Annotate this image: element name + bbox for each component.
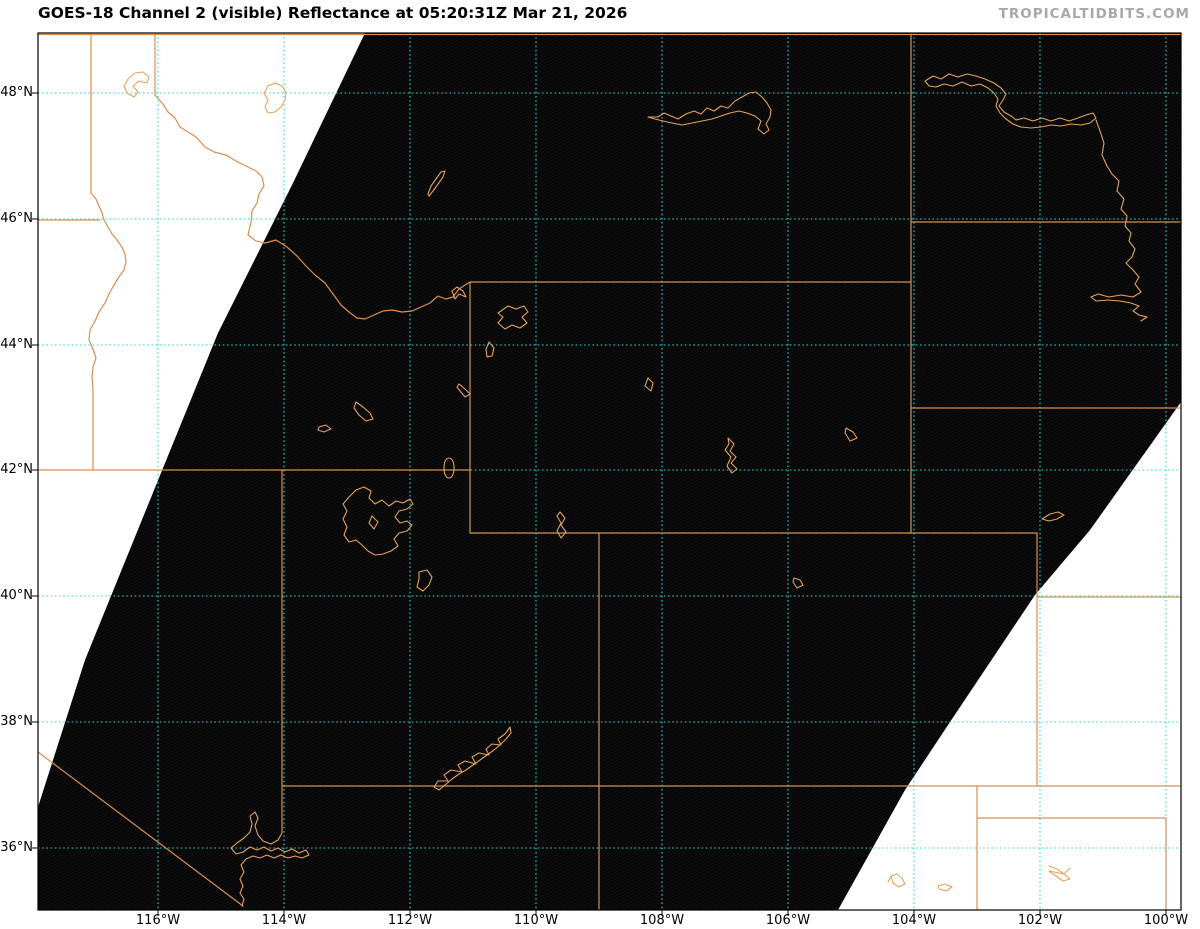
lon-tick-label: 110°W: [513, 913, 559, 928]
lat-tick-label: 36°N: [0, 840, 33, 855]
lat-tick-label: 40°N: [0, 588, 33, 603]
lon-tick-label: 106°W: [765, 913, 811, 928]
lon-tick-label: 100°W: [1143, 913, 1189, 928]
lat-tick-label: 42°N: [0, 462, 33, 477]
lat-tick-label: 48°N: [0, 85, 33, 100]
lon-tick-label: 114°W: [261, 913, 307, 928]
satellite-map-view: GOES-18 Channel 2 (visible) Reflectance …: [0, 0, 1200, 929]
lon-tick-label: 102°W: [1017, 913, 1063, 928]
lat-tick-label: 46°N: [0, 211, 33, 226]
lat-tick-label: 38°N: [0, 714, 33, 729]
lon-tick-label: 116°W: [135, 913, 181, 928]
lon-tick-label: 112°W: [387, 913, 433, 928]
map-canvas: [32, 32, 1182, 916]
lat-tick-label: 44°N: [0, 337, 33, 352]
lon-tick-label: 104°W: [891, 913, 937, 928]
lon-tick-label: 108°W: [639, 913, 685, 928]
